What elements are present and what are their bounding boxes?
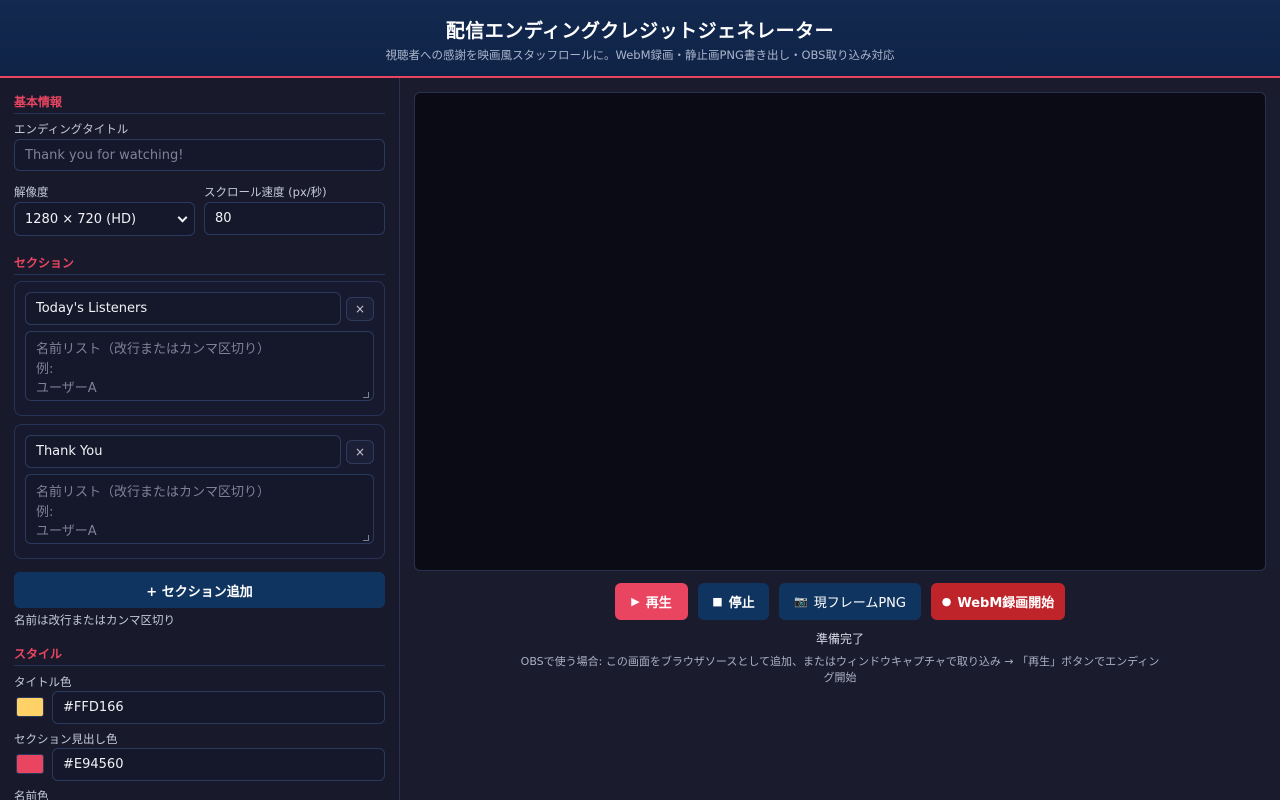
stop-button-label: 停止 [728, 596, 755, 611]
section-name-input[interactable]: Today's Listeners [25, 292, 341, 325]
add-section-button[interactable]: + セクション追加 [14, 572, 385, 608]
remove-section-button[interactable]: × [346, 297, 374, 321]
ending-title-input[interactable]: Thank you for watching! [14, 139, 385, 171]
play-icon: ▶ [631, 595, 640, 608]
section-color-input[interactable]: #E94560 [52, 748, 385, 781]
status-text: 準備完了 [815, 632, 864, 646]
preview-area: ▶ 再生 ■ 停止 📷 現フレームPNG ● WebM録画開始 準備完了 OBS… [400, 78, 1280, 800]
camera-icon: 📷 [794, 595, 808, 608]
basic-info-heading: 基本情報 [14, 93, 385, 114]
stop-button[interactable]: ■ 停止 [698, 583, 769, 620]
section-color-swatch[interactable] [16, 754, 44, 774]
play-button-label: 再生 [645, 596, 672, 611]
page-subtitle: 視聴者への感謝を映画風スタッフロールに。WebM録画・静止画PNG書き出し・OB… [385, 48, 895, 62]
section-card: Thank You × 名前リスト（改行またはカンマ区切り） 例: ユーザーA [14, 424, 385, 559]
stop-icon: ■ [712, 595, 723, 608]
close-icon: × [354, 445, 366, 459]
credits-preview-canvas[interactable] [414, 92, 1266, 571]
record-webm-button-label: WebM録画開始 [957, 596, 1055, 611]
play-button[interactable]: ▶ 再生 [615, 583, 688, 620]
scroll-speed-input[interactable]: 80 [204, 202, 385, 235]
scroll-speed-label: スクロール速度 (px/秒) [204, 185, 327, 199]
sections-heading: セクション [14, 254, 385, 275]
record-webm-button[interactable]: ● WebM録画開始 [931, 583, 1065, 620]
close-icon: × [354, 302, 366, 316]
resolution-select[interactable]: 1280 × 720 (HD) [14, 202, 195, 236]
resolution-label: 解像度 [14, 185, 49, 199]
title-color-input[interactable]: #FFD166 [52, 691, 385, 724]
resize-handle-icon[interactable] [363, 392, 369, 398]
page-title: 配信エンディングクレジットジェネレーター [445, 20, 835, 42]
resize-handle-icon[interactable] [363, 535, 369, 541]
section-card: Today's Listeners × 名前リスト（改行またはカンマ区切り） 例… [14, 281, 385, 416]
section-name-input[interactable]: Thank You [25, 435, 341, 468]
chevron-down-icon [177, 212, 188, 223]
record-dot-icon: ● [941, 595, 952, 608]
title-color-label: タイトル色 [14, 675, 72, 689]
settings-panel: 基本情報 エンディングタイトル Thank you for watching! … [0, 78, 400, 800]
ending-title-label: エンディングタイトル [14, 122, 129, 136]
app-header: 配信エンディングクレジットジェネレーター 視聴者への感謝を映画風スタッフロールに… [0, 0, 1280, 78]
section-color-label: セクション見出し色 [14, 732, 118, 746]
names-format-hint: 名前は改行またはカンマ区切り [14, 613, 175, 627]
names-textarea[interactable]: 名前リスト（改行またはカンマ区切り） 例: ユーザーA [25, 331, 374, 401]
style-heading: スタイル [14, 645, 385, 666]
png-export-button[interactable]: 📷 現フレームPNG [779, 583, 921, 620]
name-color-label: 名前色 [14, 789, 49, 800]
remove-section-button[interactable]: × [346, 440, 374, 464]
title-color-swatch[interactable] [16, 697, 44, 717]
obs-usage-note: OBSで使う場合: この画面をブラウザソースとして追加、またはウィンドウキャプチ… [520, 655, 1160, 684]
names-textarea[interactable]: 名前リスト（改行またはカンマ区切り） 例: ユーザーA [25, 474, 374, 544]
resolution-value: 1280 × 720 (HD) [25, 211, 137, 227]
png-export-button-label: 現フレームPNG [813, 596, 906, 611]
